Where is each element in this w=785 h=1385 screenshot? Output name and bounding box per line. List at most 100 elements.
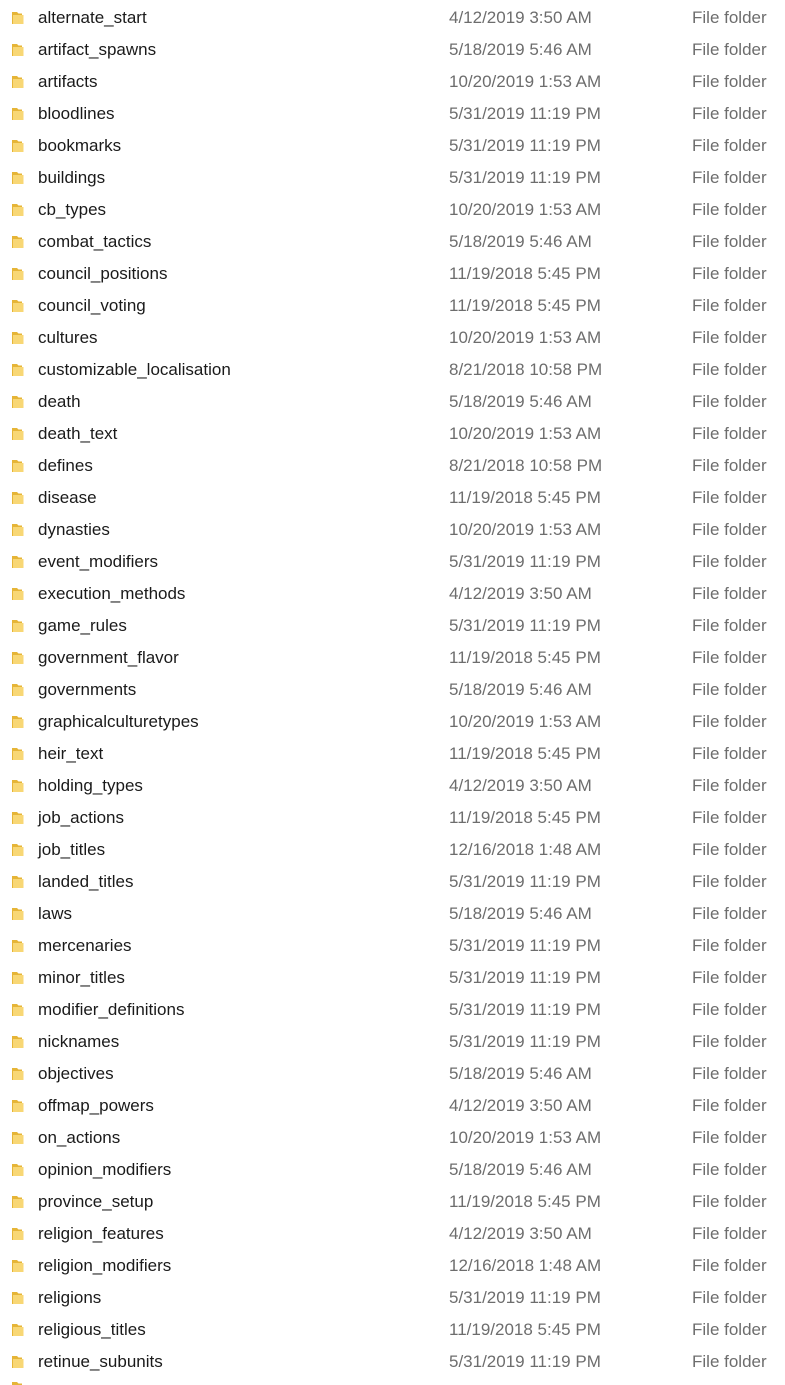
folder-icon	[12, 1382, 22, 1385]
file-name: event_modifiers	[38, 552, 159, 571]
list-item[interactable]: defines 8/21/2018 10:58 PM File folder	[0, 450, 785, 482]
file-type: File folder	[692, 1192, 767, 1211]
folder-icon	[12, 588, 24, 600]
list-item[interactable]: execution_methods 4/12/2019 3:50 AM File…	[0, 578, 785, 610]
date-modified: 5/31/2019 11:19 PM	[449, 1000, 601, 1019]
date-modified: 4/12/2019 3:50 AM	[449, 584, 592, 603]
file-name: modifier_definitions	[38, 1000, 185, 1019]
file-type: File folder	[692, 744, 767, 763]
file-type: File folder	[692, 264, 767, 283]
list-item[interactable]: combat_tactics 5/18/2019 5:46 AM File fo…	[0, 226, 785, 258]
file-name: holding_types	[38, 776, 143, 795]
file-name: job_actions	[38, 808, 125, 827]
list-item[interactable]: government_flavor 11/19/2018 5:45 PM Fil…	[0, 642, 785, 674]
list-item[interactable]: bookmarks 5/31/2019 11:19 PM File folder	[0, 130, 785, 162]
list-item[interactable]: modifier_definitions 5/31/2019 11:19 PM …	[0, 994, 785, 1026]
date-modified: 4/12/2019 3:50 AM	[449, 1096, 592, 1115]
list-item[interactable]: cultures 10/20/2019 1:53 AM File folder	[0, 322, 785, 354]
folder-icon	[12, 620, 24, 632]
file-name: religions	[38, 1288, 102, 1307]
date-modified: 8/21/2018 10:58 PM	[449, 456, 603, 475]
list-item[interactable]: objectives 5/18/2019 5:46 AM File folder	[0, 1058, 785, 1090]
list-item[interactable]: religion_features 4/12/2019 3:50 AM File…	[0, 1218, 785, 1250]
list-item[interactable]: religious_titles 11/19/2018 5:45 PM File…	[0, 1314, 785, 1346]
list-item[interactable]: council_positions 11/19/2018 5:45 PM Fil…	[0, 258, 785, 290]
folder-icon	[12, 780, 24, 792]
folder-icon	[12, 1292, 24, 1304]
file-name: combat_tactics	[38, 232, 152, 251]
date-modified: 5/31/2019 11:19 PM	[449, 936, 601, 955]
list-item[interactable]: alternate_start 4/12/2019 3:50 AM File f…	[0, 2, 785, 34]
list-item[interactable]: artifacts 10/20/2019 1:53 AM File folder	[0, 66, 785, 98]
date-modified: 5/31/2019 11:19 PM	[449, 1288, 601, 1307]
file-name: death_text	[38, 424, 118, 443]
list-item[interactable]: offmap_powers 4/12/2019 3:50 AM File fol…	[0, 1090, 785, 1122]
list-item[interactable]: event_modifiers 5/31/2019 11:19 PM File …	[0, 546, 785, 578]
list-item[interactable]: bloodlines 5/31/2019 11:19 PM File folde…	[0, 98, 785, 130]
file-type: File folder	[692, 776, 767, 795]
file-name: religion_features	[38, 1224, 164, 1243]
list-item[interactable]: disease 11/19/2018 5:45 PM File folder	[0, 482, 785, 514]
partial-list-item[interactable]	[0, 1380, 785, 1385]
folder-icon	[12, 332, 24, 344]
file-type: File folder	[692, 1096, 767, 1115]
list-item[interactable]: governments 5/18/2019 5:46 AM File folde…	[0, 674, 785, 706]
date-modified: 11/19/2018 5:45 PM	[449, 296, 601, 315]
list-item[interactable]: cb_types 10/20/2019 1:53 AM File folder	[0, 194, 785, 226]
list-item[interactable]: dynasties 10/20/2019 1:53 AM File folder	[0, 514, 785, 546]
file-name: cb_types	[38, 200, 107, 219]
file-type: File folder	[692, 1160, 767, 1179]
date-modified: 5/18/2019 5:46 AM	[449, 40, 592, 59]
file-name: religion_modifiers	[38, 1256, 172, 1275]
file-name: council_positions	[38, 264, 168, 283]
list-item[interactable]: retinue_subunits 5/31/2019 11:19 PM File…	[0, 1346, 785, 1378]
list-item[interactable]: landed_titles 5/31/2019 11:19 PM File fo…	[0, 866, 785, 898]
list-item[interactable]: on_actions 10/20/2019 1:53 AM File folde…	[0, 1122, 785, 1154]
date-modified: 5/31/2019 11:19 PM	[449, 1352, 601, 1371]
list-item[interactable]: graphicalculturetypes 10/20/2019 1:53 AM…	[0, 706, 785, 738]
list-item[interactable]: buildings 5/31/2019 11:19 PM File folder	[0, 162, 785, 194]
file-type: File folder	[692, 968, 767, 987]
date-modified: 5/31/2019 11:19 PM	[449, 552, 601, 571]
date-modified: 12/16/2018 1:48 AM	[449, 1256, 602, 1275]
file-name: buildings	[38, 168, 106, 187]
list-item[interactable]: opinion_modifiers 5/18/2019 5:46 AM File…	[0, 1154, 785, 1186]
list-item[interactable]: death_text 10/20/2019 1:53 AM File folde…	[0, 418, 785, 450]
list-item[interactable]: customizable_localisation 8/21/2018 10:5…	[0, 354, 785, 386]
file-name: bookmarks	[38, 136, 122, 155]
list-item[interactable]: council_voting 11/19/2018 5:45 PM File f…	[0, 290, 785, 322]
file-list: alternate_start 4/12/2019 3:50 AM File f…	[0, 2, 785, 1378]
list-item[interactable]: job_titles 12/16/2018 1:48 AM File folde…	[0, 834, 785, 866]
file-type: File folder	[692, 296, 767, 315]
date-modified: 5/31/2019 11:19 PM	[449, 616, 601, 635]
list-item[interactable]: mercenaries 5/31/2019 11:19 PM File fold…	[0, 930, 785, 962]
list-item[interactable]: minor_titles 5/31/2019 11:19 PM File fol…	[0, 962, 785, 994]
list-item[interactable]: death 5/18/2019 5:46 AM File folder	[0, 386, 785, 418]
file-type: File folder	[692, 8, 767, 27]
list-item[interactable]: nicknames 5/31/2019 11:19 PM File folder	[0, 1026, 785, 1058]
list-item[interactable]: religions 5/31/2019 11:19 PM File folder	[0, 1282, 785, 1314]
list-item[interactable]: province_setup 11/19/2018 5:45 PM File f…	[0, 1186, 785, 1218]
file-type: File folder	[692, 392, 767, 411]
list-item[interactable]: religion_modifiers 12/16/2018 1:48 AM Fi…	[0, 1250, 785, 1282]
file-name: objectives	[38, 1064, 114, 1083]
folder-icon	[12, 1228, 24, 1240]
list-item[interactable]: job_actions 11/19/2018 5:45 PM File fold…	[0, 802, 785, 834]
list-item[interactable]: laws 5/18/2019 5:46 AM File folder	[0, 898, 785, 930]
list-item[interactable]: heir_text 11/19/2018 5:45 PM File folder	[0, 738, 785, 770]
date-modified: 11/19/2018 5:45 PM	[449, 744, 601, 763]
file-type: File folder	[692, 136, 767, 155]
file-type: File folder	[692, 456, 767, 475]
list-item[interactable]: game_rules 5/31/2019 11:19 PM File folde…	[0, 610, 785, 642]
list-item[interactable]: holding_types 4/12/2019 3:50 AM File fol…	[0, 770, 785, 802]
date-modified: 5/18/2019 5:46 AM	[449, 1064, 592, 1083]
date-modified: 11/19/2018 5:45 PM	[449, 808, 601, 827]
list-item[interactable]: artifact_spawns 5/18/2019 5:46 AM File f…	[0, 34, 785, 66]
file-name: opinion_modifiers	[38, 1160, 172, 1179]
file-name: retinue_subunits	[38, 1352, 163, 1371]
folder-icon	[12, 108, 24, 120]
file-name: province_setup	[38, 1192, 154, 1211]
folder-icon	[12, 1356, 24, 1368]
file-name: council_voting	[38, 296, 146, 315]
date-modified: 11/19/2018 5:45 PM	[449, 1192, 601, 1211]
